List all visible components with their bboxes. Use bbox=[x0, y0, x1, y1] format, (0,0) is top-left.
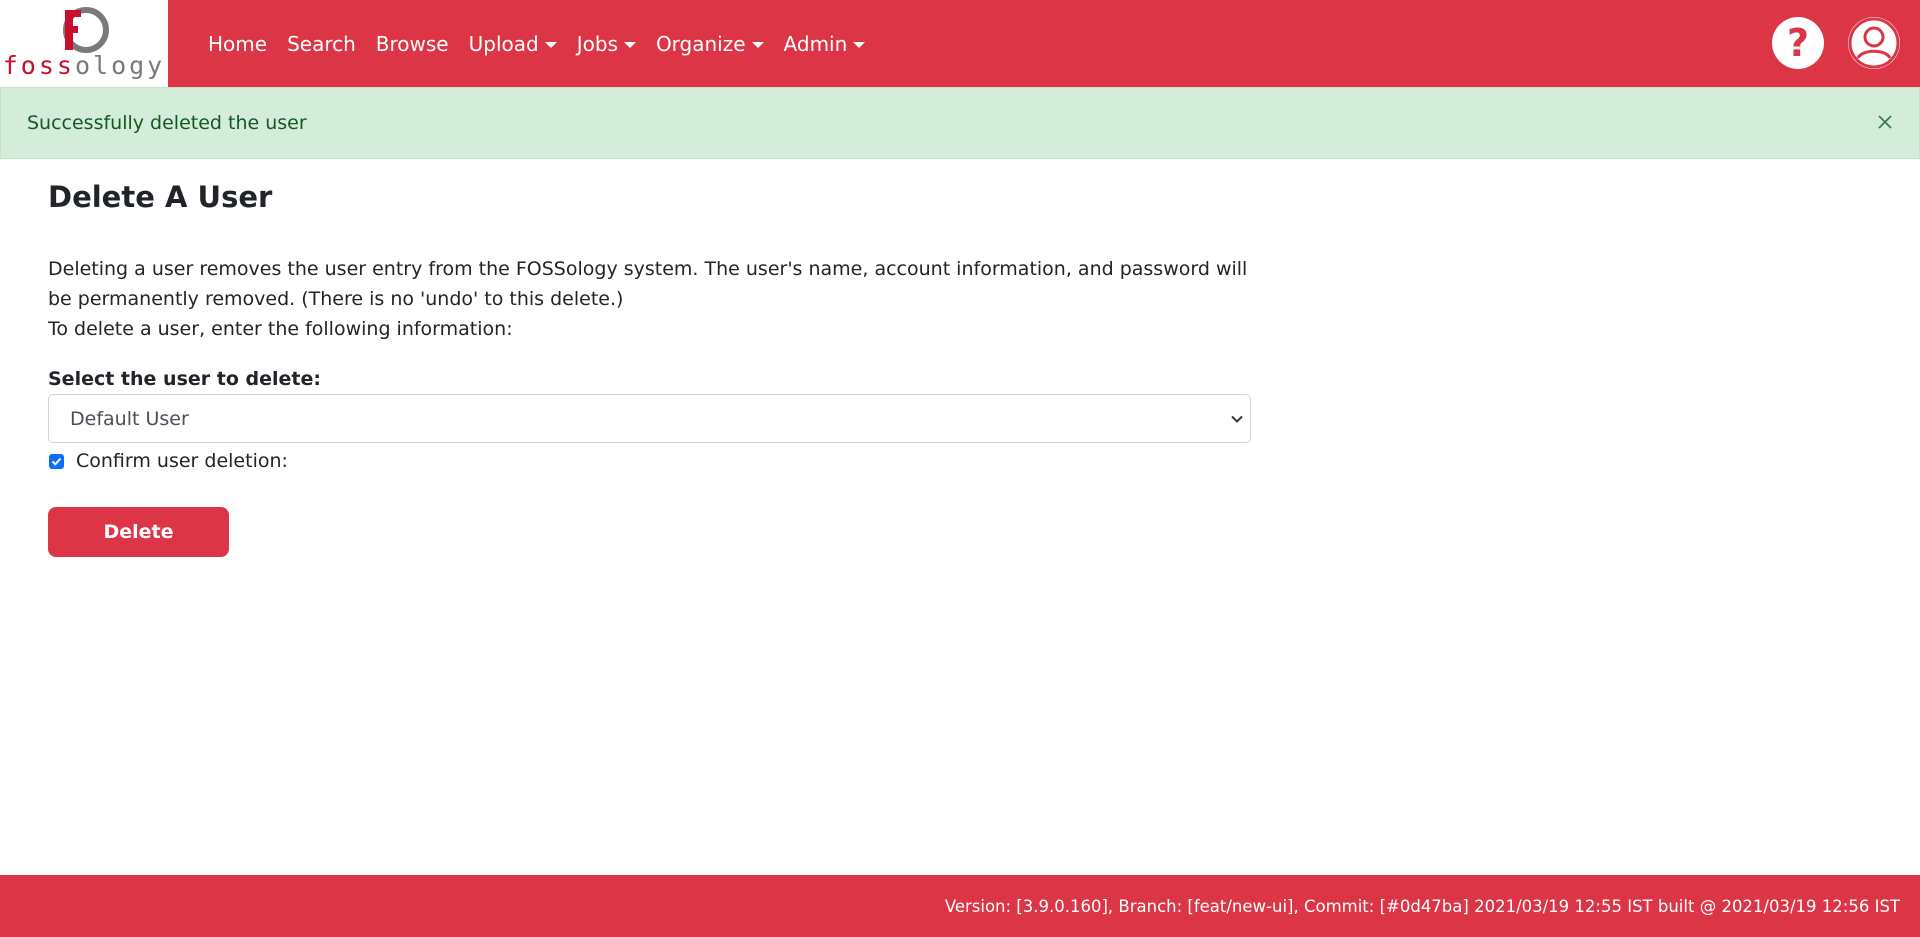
logo-wordmark: fossology bbox=[2, 50, 166, 80]
user-circle-icon bbox=[1848, 17, 1900, 69]
alert-message: Successfully deleted the user bbox=[27, 112, 307, 134]
nav-item-jobs[interactable]: Jobs bbox=[567, 32, 646, 56]
nav-links: Home Search Browse Upload Jobs Organize … bbox=[198, 32, 875, 56]
help-button[interactable]: ? bbox=[1772, 17, 1824, 69]
delete-button[interactable]: Delete bbox=[48, 507, 229, 557]
nav-right-actions: ? bbox=[1772, 17, 1900, 69]
confirm-deletion-label: Confirm user deletion: bbox=[76, 450, 288, 472]
nav-item-admin[interactable]: Admin bbox=[774, 32, 876, 56]
instruction-text: To delete a user, enter the following in… bbox=[48, 318, 513, 340]
nav-item-organize[interactable]: Organize bbox=[646, 32, 774, 56]
nav-item-label: Home bbox=[208, 31, 268, 56]
caret-down-icon bbox=[853, 41, 866, 48]
checkmark-icon bbox=[51, 457, 62, 466]
nav-item-label: Organize bbox=[655, 31, 746, 56]
nav-item-label: Jobs bbox=[576, 31, 618, 56]
page-title: Delete A User bbox=[48, 180, 273, 214]
version-info: Version: [3.9.0.160], Branch: [feat/new-… bbox=[944, 896, 1900, 916]
footer: Version: [3.9.0.160], Branch: [feat/new-… bbox=[0, 875, 1920, 937]
question-mark-icon: ? bbox=[1786, 21, 1810, 65]
fossology-logo-mark-icon bbox=[63, 6, 109, 53]
user-select[interactable]: Default User bbox=[48, 394, 1251, 443]
select-user-label: Select the user to delete: bbox=[48, 368, 321, 390]
nav-item-home[interactable]: Home bbox=[198, 32, 277, 56]
caret-down-icon bbox=[623, 41, 636, 48]
caret-down-icon bbox=[544, 41, 557, 48]
caret-down-icon bbox=[751, 41, 764, 48]
alert-close-button[interactable] bbox=[1873, 110, 1897, 134]
top-navbar: fossology Home Search Browse Upload Jobs… bbox=[0, 0, 1920, 87]
logo-text-red: foss bbox=[2, 50, 75, 80]
success-alert: Successfully deleted the user bbox=[0, 87, 1920, 159]
user-menu-button[interactable] bbox=[1848, 17, 1900, 69]
confirm-deletion-checkbox[interactable] bbox=[49, 453, 64, 469]
description-text: Deleting a user removes the user entry f… bbox=[48, 258, 1248, 310]
nav-item-search[interactable]: Search bbox=[277, 32, 366, 56]
page-description: Deleting a user removes the user entry f… bbox=[48, 254, 1248, 344]
confirm-row: Confirm user deletion: bbox=[48, 448, 1248, 474]
nav-item-browse[interactable]: Browse bbox=[366, 32, 459, 56]
nav-item-label: Browse bbox=[375, 31, 449, 56]
nav-item-label: Upload bbox=[468, 31, 539, 56]
user-select-value: Default User bbox=[70, 407, 189, 430]
nav-item-upload[interactable]: Upload bbox=[459, 32, 567, 56]
nav-item-label: Admin bbox=[783, 31, 848, 56]
close-icon bbox=[1878, 115, 1892, 129]
main-content: Delete A User Deleting a user removes th… bbox=[48, 178, 1251, 557]
logo-text-gray: ology bbox=[74, 50, 166, 80]
fossology-logo[interactable]: fossology bbox=[0, 0, 168, 87]
nav-item-label: Search bbox=[287, 31, 356, 56]
chevron-down-icon bbox=[1231, 415, 1243, 423]
